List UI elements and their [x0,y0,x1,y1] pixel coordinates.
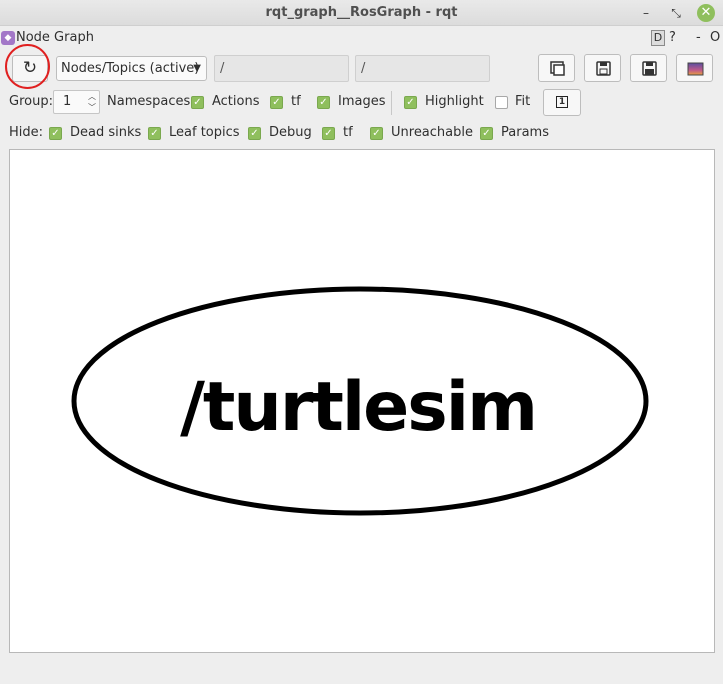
help-button[interactable]: ? [669,30,676,45]
chevron-down-icon: ▼ [193,63,201,74]
graph-node[interactable]: /turtlesim [71,286,649,516]
params-label: Params [501,125,549,140]
view-mode-value: Nodes/Topics (active) [61,61,200,76]
title-bar: rqt_graph__RosGraph - rqt – ⤡ ✕ [0,0,723,26]
dock-button[interactable]: D [651,30,665,46]
close-button[interactable]: ✕ [697,4,715,22]
plugin-header: ◆ Node Graph D ? - O [0,28,723,48]
minimize-button[interactable]: – [637,4,655,22]
debug-checkbox[interactable]: ✓ [248,127,261,140]
group-spinbox[interactable]: 1 ︿ ﹀ [53,90,100,114]
fit-view-button[interactable]: 1 [543,89,581,116]
dead-sinks-label: Dead sinks [70,125,142,140]
refresh-highlight-ring [5,44,50,89]
minimize-plugin-button[interactable]: - [696,30,701,45]
hide-row: Hide: ✓ Dead sinks ✓ Leaf topics ✓ Debug… [0,121,723,145]
unreachable-checkbox[interactable]: ✓ [370,127,383,140]
leaf-topics-label: Leaf topics [169,125,240,140]
view-mode-select[interactable]: Nodes/Topics (active) ▼ [56,56,207,81]
node-filter-input[interactable]: / [214,55,349,82]
hide-tf-checkbox[interactable]: ✓ [322,127,335,140]
debug-label: Debug [269,125,312,140]
hide-label: Hide: [9,125,44,140]
plugin-title: Node Graph [16,30,94,45]
save-svg-button[interactable] [630,54,667,82]
dead-sinks-checkbox[interactable]: ✓ [49,127,62,140]
load-dot-button[interactable] [538,54,575,82]
copy-icon [550,61,565,76]
restore-button[interactable]: ⤡ [667,4,685,22]
topic-filter-input[interactable]: / [355,55,490,82]
image-icon [687,62,704,76]
graph-svg: /turtlesim [71,286,649,516]
chevron-up-icon[interactable]: ︿ [88,91,96,102]
save-dot-button[interactable] [584,54,621,82]
unreachable-label: Unreachable [391,125,473,140]
save-icon [596,61,611,76]
save-as-icon [642,61,657,76]
plugin-icon: ◆ [1,31,15,45]
save-image-button[interactable] [676,54,713,82]
graph-canvas[interactable]: /turtlesim [9,149,715,653]
group-label: Group: [9,94,53,109]
chevron-down-icon[interactable]: ﹀ [88,102,96,113]
close-plugin-button[interactable]: O [710,30,720,45]
params-checkbox[interactable]: ✓ [480,127,493,140]
group-value: 1 [63,94,72,109]
hide-tf-label: tf [343,125,353,140]
node-label: /turtlesim [180,368,536,447]
options-row: Group: [0,90,723,114]
window-title: rqt_graph__RosGraph - rqt [265,5,458,20]
options-separator [391,91,392,115]
fit-view-icon: 1 [556,96,568,108]
leaf-topics-checkbox[interactable]: ✓ [148,127,161,140]
